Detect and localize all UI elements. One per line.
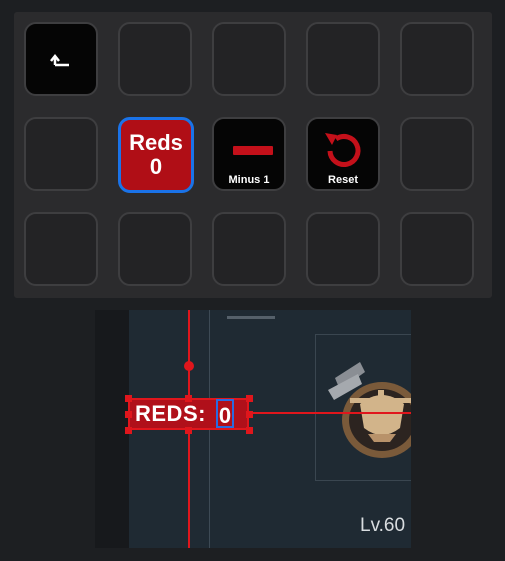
empty-key[interactable] bbox=[400, 212, 474, 286]
preview-left-edge bbox=[95, 310, 129, 548]
reset-key-label: Reset bbox=[328, 174, 358, 186]
resize-handle[interactable] bbox=[246, 427, 253, 434]
level-indicator: Lv.60 bbox=[360, 515, 406, 536]
empty-key[interactable] bbox=[306, 212, 380, 286]
empty-key[interactable] bbox=[400, 22, 474, 96]
helicopter-badge-icon bbox=[328, 362, 411, 458]
reds-key-content: Reds 0 bbox=[121, 120, 191, 190]
resize-handle[interactable] bbox=[246, 411, 253, 418]
scene-preview: REDS: 0 Lv.60 bbox=[95, 310, 411, 548]
minus-key-label: Minus 1 bbox=[228, 174, 270, 186]
reset-key[interactable]: Reset bbox=[306, 117, 380, 191]
resize-handle[interactable] bbox=[246, 395, 253, 402]
empty-key[interactable] bbox=[212, 22, 286, 96]
empty-key[interactable] bbox=[24, 212, 98, 286]
empty-key[interactable] bbox=[118, 22, 192, 96]
minus-icon bbox=[233, 146, 273, 155]
reds-key-value: 0 bbox=[149, 154, 163, 179]
return-arrow-icon bbox=[50, 53, 69, 67]
guide-line-horizontal bbox=[250, 412, 411, 414]
empty-key[interactable] bbox=[400, 117, 474, 191]
rotation-handle[interactable] bbox=[184, 361, 194, 371]
empty-key[interactable] bbox=[118, 212, 192, 286]
resize-handle[interactable] bbox=[125, 395, 132, 402]
reds-overlay-value: 0 bbox=[216, 399, 234, 428]
resize-handle[interactable] bbox=[125, 427, 132, 434]
reds-overlay-label: REDS: bbox=[135, 401, 206, 426]
reds-key-title: Reds bbox=[129, 130, 183, 155]
empty-key[interactable] bbox=[212, 212, 286, 286]
preview-dash bbox=[227, 316, 275, 319]
minus-one-key[interactable]: Minus 1 bbox=[212, 117, 286, 191]
back-key[interactable] bbox=[24, 22, 98, 96]
stream-deck-panel: Reds 0 Minus 1 Reset bbox=[14, 12, 492, 298]
resize-handle[interactable] bbox=[125, 411, 132, 418]
empty-key[interactable] bbox=[24, 117, 98, 191]
empty-key[interactable] bbox=[306, 22, 380, 96]
reds-counter-key[interactable]: Reds 0 bbox=[118, 117, 194, 193]
